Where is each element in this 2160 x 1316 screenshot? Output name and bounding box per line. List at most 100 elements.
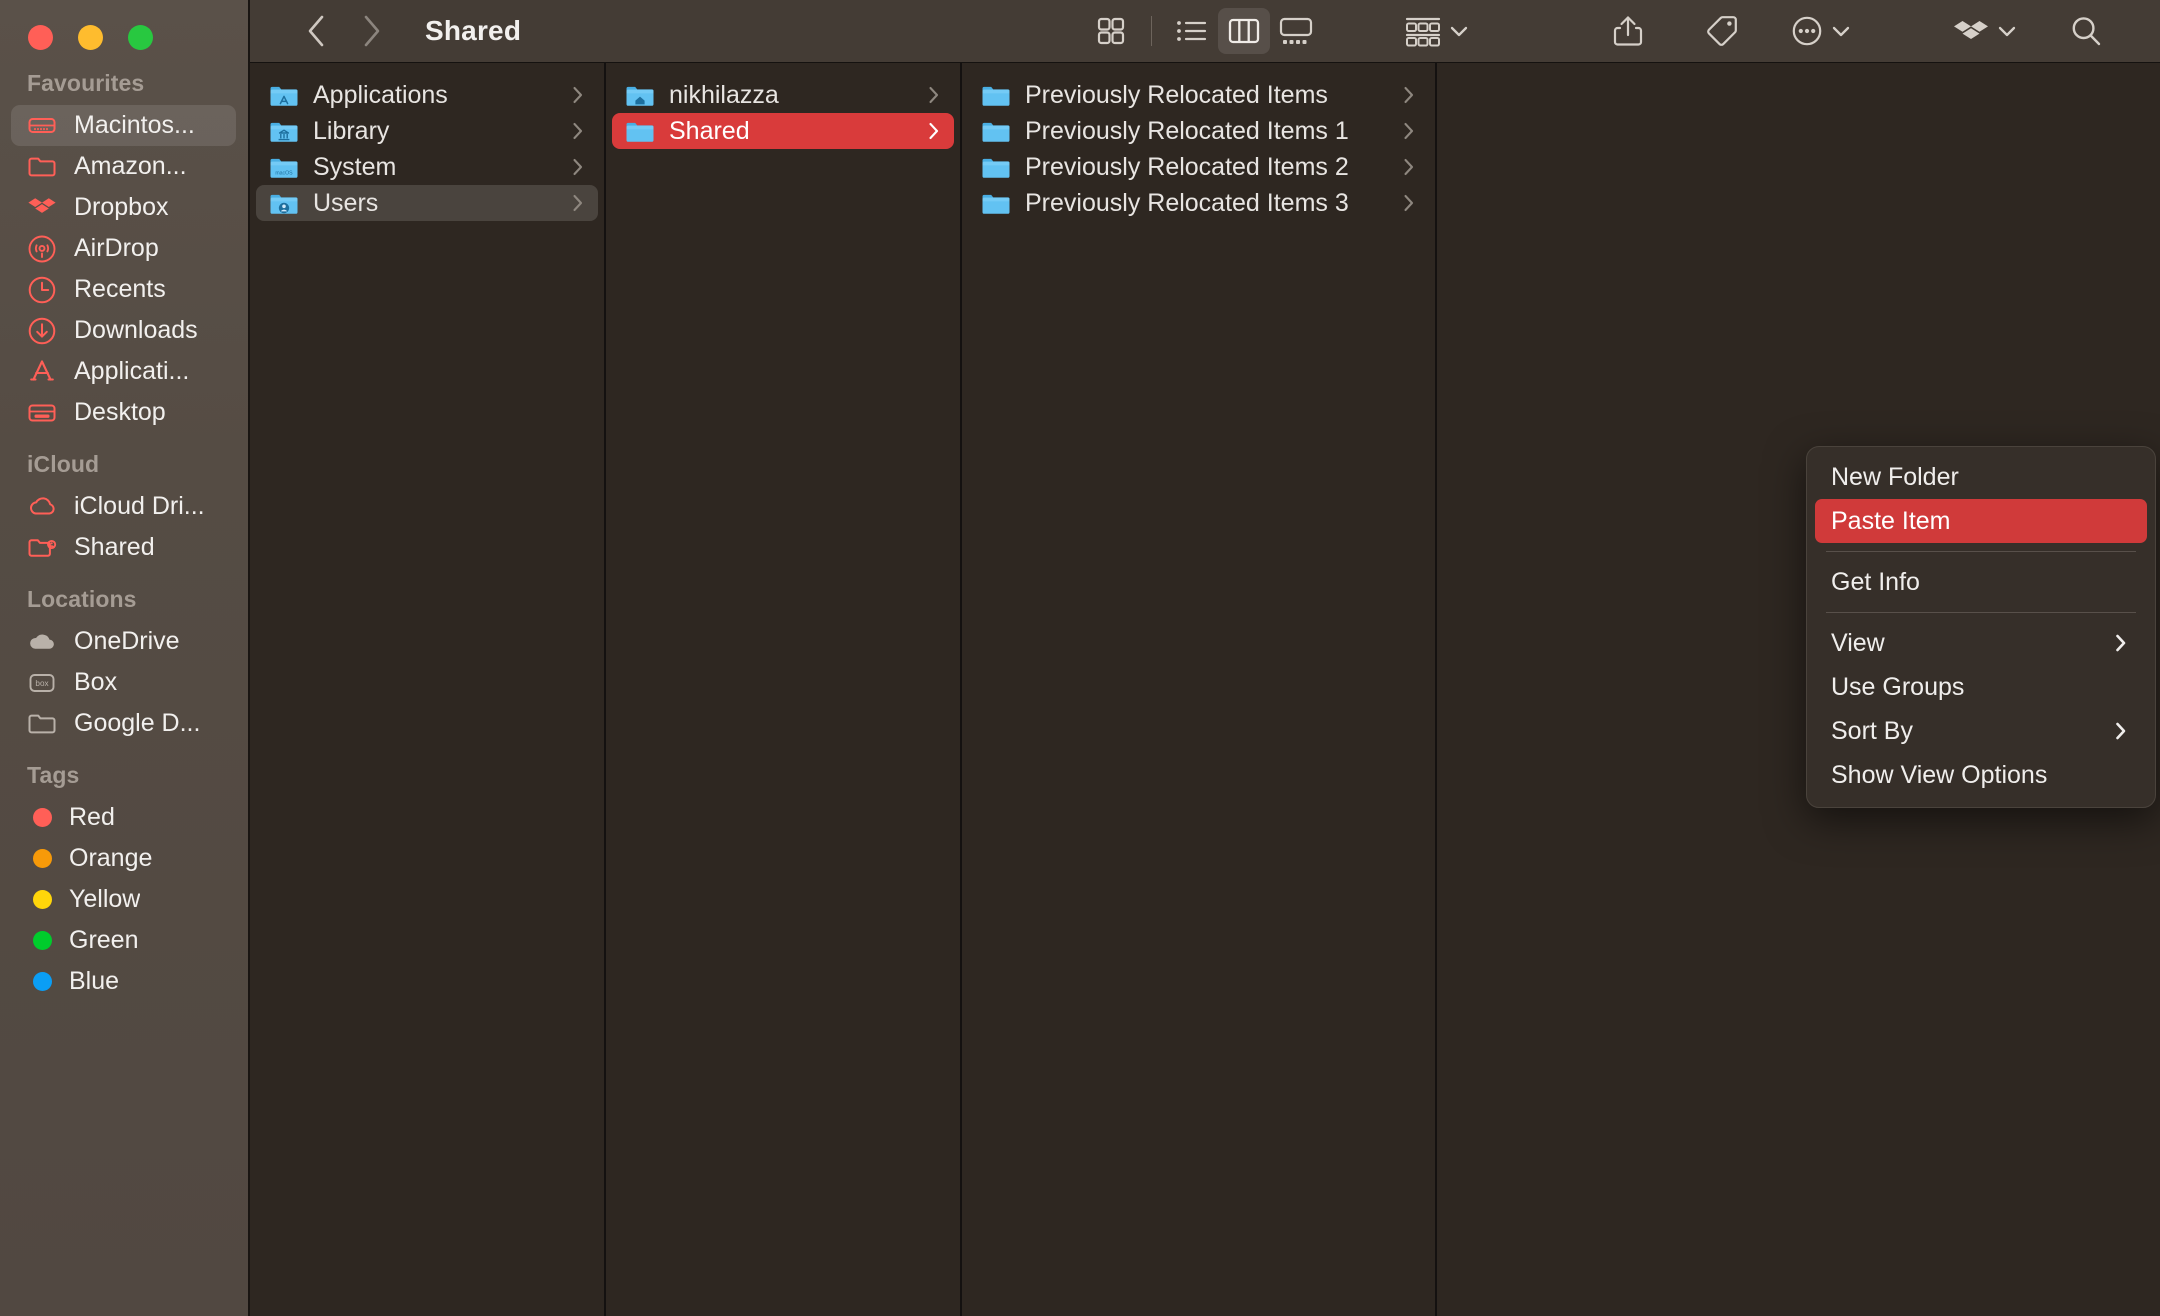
menu-item-use-groups[interactable]: Use Groups xyxy=(1815,665,2147,709)
sidebar-item-downloads[interactable]: Downloads xyxy=(11,310,236,351)
sidebar-item-google-d[interactable]: Google D... xyxy=(11,703,236,744)
menu-item-view[interactable]: View xyxy=(1815,621,2147,665)
sidebar: Favourites Macintos... Amazon... Dropbox Air… xyxy=(0,0,250,1316)
sidebar-item-box[interactable]: box Box xyxy=(11,662,236,703)
menu-item-label: Paste Item xyxy=(1831,506,1951,535)
column-item[interactable]: Applications xyxy=(256,77,598,113)
share-button[interactable] xyxy=(1602,8,1654,54)
menu-item-show-view-options[interactable]: Show View Options xyxy=(1815,753,2147,797)
maximize-button[interactable] xyxy=(128,25,153,50)
submenu-chevron-icon xyxy=(2111,720,2131,742)
more-actions-button[interactable] xyxy=(1790,14,1852,48)
navigation-buttons xyxy=(303,14,385,48)
gallery-view-button[interactable] xyxy=(1270,8,1322,54)
minimize-button[interactable] xyxy=(78,25,103,50)
sidebar-item-shared[interactable]: Shared xyxy=(11,527,236,568)
chevron-down-icon xyxy=(1998,26,2016,37)
toolbar-right-controls xyxy=(1602,8,2112,54)
sidebar-item-recents[interactable]: Recents xyxy=(11,269,236,310)
context-menu: New Folder Paste Item Get Info View Use Grou… xyxy=(1806,446,2156,808)
folder-home-icon xyxy=(625,83,655,108)
list-view-button[interactable] xyxy=(1166,8,1218,54)
sidebar-item-applicati[interactable]: Applicati... xyxy=(11,351,236,392)
finder-window: Favourites Macintos... Amazon... Dropbox Air… xyxy=(0,0,2160,1316)
chevron-right-icon xyxy=(364,15,380,47)
column-item[interactable]: nikhilazza xyxy=(612,77,954,113)
shared-folder-icon xyxy=(27,533,57,563)
menu-item-paste-item[interactable]: Paste Item xyxy=(1815,499,2147,543)
sidebar-item-green[interactable]: Green xyxy=(11,920,236,961)
close-button[interactable] xyxy=(28,25,53,50)
disclosure-chevron-icon xyxy=(1400,84,1418,106)
menu-item-label: View xyxy=(1831,628,1885,657)
list-view-icon xyxy=(1177,21,1207,41)
sidebar-item-dropbox[interactable]: Dropbox xyxy=(11,187,236,228)
column-item[interactable]: Library xyxy=(256,113,598,149)
column-item[interactable]: Previously Relocated Items 1 xyxy=(968,113,1429,149)
tag-dot-icon xyxy=(33,808,52,827)
menu-item-new-folder[interactable]: New Folder xyxy=(1815,455,2147,499)
sidebar-item-icloud-dri[interactable]: iCloud Dri... xyxy=(11,486,236,527)
search-icon xyxy=(2072,17,2101,46)
airdrop-icon xyxy=(27,234,57,264)
disclosure-chevron-icon xyxy=(925,84,943,106)
menu-item-sort-by[interactable]: Sort By xyxy=(1815,709,2147,753)
menu-item-label: Show View Options xyxy=(1831,760,2048,789)
tags-button[interactable] xyxy=(1696,8,1748,54)
tag-icon xyxy=(1707,16,1737,46)
sidebar-item-label: Box xyxy=(74,668,118,696)
submenu-chevron-icon xyxy=(2111,632,2131,654)
dropbox-menu-button[interactable] xyxy=(1952,14,2018,48)
column-item[interactable]: Previously Relocated Items 2 xyxy=(968,149,1429,185)
forward-button[interactable] xyxy=(359,14,385,48)
applications-icon xyxy=(27,357,57,387)
back-button[interactable] xyxy=(303,14,329,48)
menu-item-label: Get Info xyxy=(1831,567,1920,596)
download-icon xyxy=(27,316,57,346)
more-actions-chevron xyxy=(1830,20,1852,42)
group-by-button[interactable] xyxy=(1404,14,1470,48)
column-item-label: Previously Relocated Items 2 xyxy=(1025,152,1349,181)
icon-view-icon xyxy=(1097,17,1125,45)
sidebar-item-desktop[interactable]: Desktop xyxy=(11,392,236,433)
sidebar-item-amazon[interactable]: Amazon... xyxy=(11,146,236,187)
column-item-label: Applications xyxy=(313,80,448,109)
sidebar-item-onedrive[interactable]: OneDrive xyxy=(11,621,236,662)
sidebar-item-label: OneDrive xyxy=(74,627,180,655)
disclosure-chevron-icon xyxy=(569,156,587,178)
column-view-button[interactable] xyxy=(1218,8,1270,54)
column-item[interactable]: Shared xyxy=(612,113,954,149)
sidebar-item-blue[interactable]: Blue xyxy=(11,961,236,1002)
search-button[interactable] xyxy=(2060,8,2112,54)
disclosure-chevron-icon xyxy=(569,192,587,214)
disclosure-chevron-icon xyxy=(569,84,587,106)
menu-item-get-info[interactable]: Get Info xyxy=(1815,560,2147,604)
sidebar-item-airdrop[interactable]: AirDrop xyxy=(11,228,236,269)
sidebar-item-red[interactable]: Red xyxy=(11,797,236,838)
column-item-label: Users xyxy=(313,188,379,217)
disclosure-chevron-icon xyxy=(1400,156,1418,178)
column-item[interactable]: macOS System xyxy=(256,149,598,185)
sidebar-item-macintos[interactable]: Macintos... xyxy=(11,105,236,146)
window-controls xyxy=(0,0,248,70)
folder-library-icon xyxy=(269,119,299,144)
menu-item-label: New Folder xyxy=(1831,462,1959,491)
column-item[interactable]: Previously Relocated Items xyxy=(968,77,1429,113)
box-icon: box xyxy=(27,668,57,698)
toolbar-divider xyxy=(1151,16,1152,46)
sidebar-section-locations: Locations xyxy=(27,586,137,612)
sidebar-item-yellow[interactable]: Yellow xyxy=(11,879,236,920)
icon-view-button[interactable] xyxy=(1085,8,1137,54)
menu-separator xyxy=(1826,551,2136,552)
column-item-label: System xyxy=(313,152,397,181)
column-item-label: Shared xyxy=(669,116,750,145)
sidebar-item-orange[interactable]: Orange xyxy=(11,838,236,879)
sidebar-item-label: Orange xyxy=(69,844,153,872)
sidebar-section-icloud: iCloud xyxy=(27,451,100,477)
dropbox-chevron xyxy=(1996,20,2018,42)
column-item[interactable]: Users xyxy=(256,185,598,221)
folder-icon xyxy=(625,119,655,144)
folder-icon xyxy=(981,155,1011,180)
column-item[interactable]: Previously Relocated Items 3 xyxy=(968,185,1429,221)
chevron-down-icon xyxy=(1832,26,1850,37)
